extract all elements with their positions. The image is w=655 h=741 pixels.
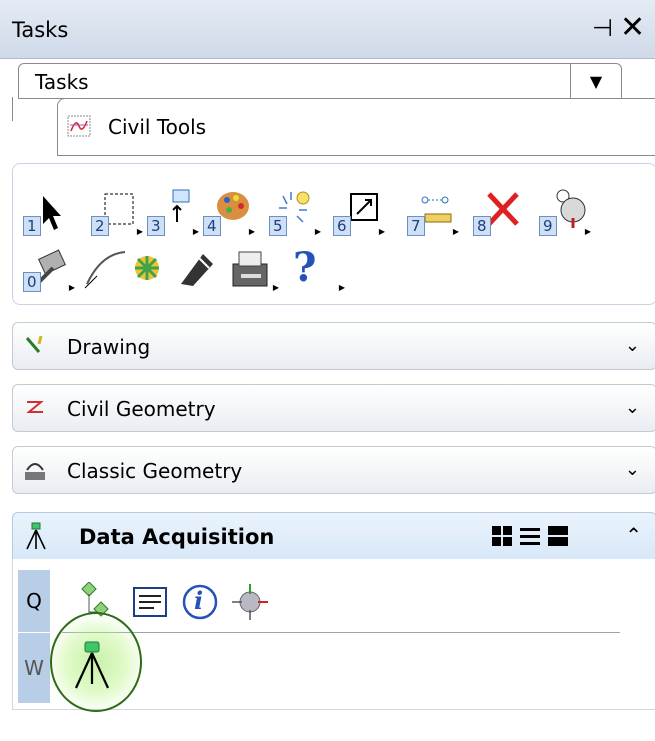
tool-number: 2: [91, 216, 109, 236]
tool-settings[interactable]: 9 ▶: [539, 188, 591, 236]
tool-number: 3: [147, 216, 165, 236]
civil-geometry-icon: [26, 401, 44, 413]
panel-titlebar: Tasks ⊣ ✕: [0, 0, 655, 59]
tool-place[interactable]: 3 ▶: [147, 188, 199, 236]
row-label-w: W: [18, 633, 50, 703]
tool-number: 5: [269, 216, 287, 236]
tool-dimension[interactable]: [173, 244, 221, 292]
civil-tools-item[interactable]: Civil Tools: [57, 98, 655, 156]
chevron-up-icon[interactable]: ⌃: [625, 523, 642, 547]
tool-select[interactable]: 1: [23, 188, 71, 236]
tool-number: 4: [203, 216, 221, 236]
info-glyph: i: [194, 586, 204, 615]
row-label-q: Q: [18, 570, 50, 632]
tool-number: 7: [407, 216, 425, 236]
pin-icon[interactable]: ⊣: [592, 14, 613, 42]
tool-spark[interactable]: 5 ▶: [269, 188, 321, 236]
tool-fence[interactable]: 2 ▶: [91, 188, 143, 236]
close-icon[interactable]: ✕: [620, 10, 645, 45]
panel-title: Tasks: [12, 18, 69, 42]
terrain-icon: [135, 256, 159, 280]
tree-line: [12, 97, 13, 121]
section-label: Civil Geometry: [67, 397, 216, 421]
detail-view-icon[interactable]: [547, 525, 569, 547]
chevron-down-icon[interactable]: ⌄: [625, 335, 640, 356]
da-tool-info[interactable]: i: [180, 582, 220, 622]
civil-tools-label: Civil Tools: [108, 115, 207, 139]
section-drawing[interactable]: Drawing ⌄: [12, 322, 655, 370]
list-icon: [133, 587, 167, 617]
dimension-icon: [181, 254, 213, 286]
tool-number: 1: [23, 216, 41, 236]
printer-icon: [232, 251, 268, 287]
section-label: Drawing: [67, 335, 151, 359]
tool-toolbox[interactable]: 0 ▶: [23, 244, 75, 292]
da-tool-target[interactable]: [230, 582, 270, 622]
tool-scale[interactable]: 6 ▶: [333, 188, 385, 236]
chevron-down-icon[interactable]: ⌄: [625, 459, 640, 480]
drawing-icon: [25, 335, 43, 353]
highlight-circle: [50, 612, 142, 712]
tool-palette[interactable]: 4 ▶: [203, 188, 255, 236]
main-toolbox: 1 2 ▶ 3 ▶ 4 ▶ 5 ▶ 6 ▶ 7 ▶ 8 9 ▶ 0 ▶ ▶ ? …: [12, 163, 655, 305]
tool-number: 9: [539, 216, 557, 236]
tasks-dropdown[interactable]: Tasks ▼: [18, 63, 622, 99]
tool-number: 0: [23, 272, 41, 292]
help-icon: ?: [293, 244, 317, 291]
tool-curve[interactable]: [81, 244, 129, 292]
grid-view-icon[interactable]: [491, 525, 513, 547]
tool-help[interactable]: ? ▶: [289, 244, 345, 292]
civil-tools-icon: [67, 115, 91, 137]
section-label: Data Acquisition: [79, 525, 275, 549]
section-civil-geometry[interactable]: Civil Geometry ⌄: [12, 384, 655, 432]
tool-number: 8: [473, 216, 491, 236]
chevron-down-icon[interactable]: ⌄: [625, 397, 640, 418]
tool-measure[interactable]: 7 ▶: [407, 188, 459, 236]
tool-delete[interactable]: 8: [473, 188, 521, 236]
curve-icon: [84, 251, 126, 289]
classic-geometry-icon: [25, 463, 45, 480]
tasks-dropdown-value: Tasks: [35, 70, 89, 94]
section-classic-geometry[interactable]: Classic Geometry ⌄: [12, 446, 655, 494]
section-label: Classic Geometry: [67, 459, 243, 483]
da-tool-list[interactable]: [130, 582, 170, 622]
section-data-acquisition[interactable]: Data Acquisition ⌃: [12, 512, 655, 560]
list-view-icon[interactable]: [519, 525, 541, 547]
tool-terrain[interactable]: [123, 244, 171, 292]
chevron-down-icon[interactable]: ▼: [570, 64, 621, 98]
survey-tripod-icon: [26, 522, 46, 550]
row-divider: [62, 632, 620, 633]
target-icon: [232, 584, 268, 620]
tool-print[interactable]: ▶: [227, 244, 279, 292]
tool-number: 6: [333, 216, 351, 236]
